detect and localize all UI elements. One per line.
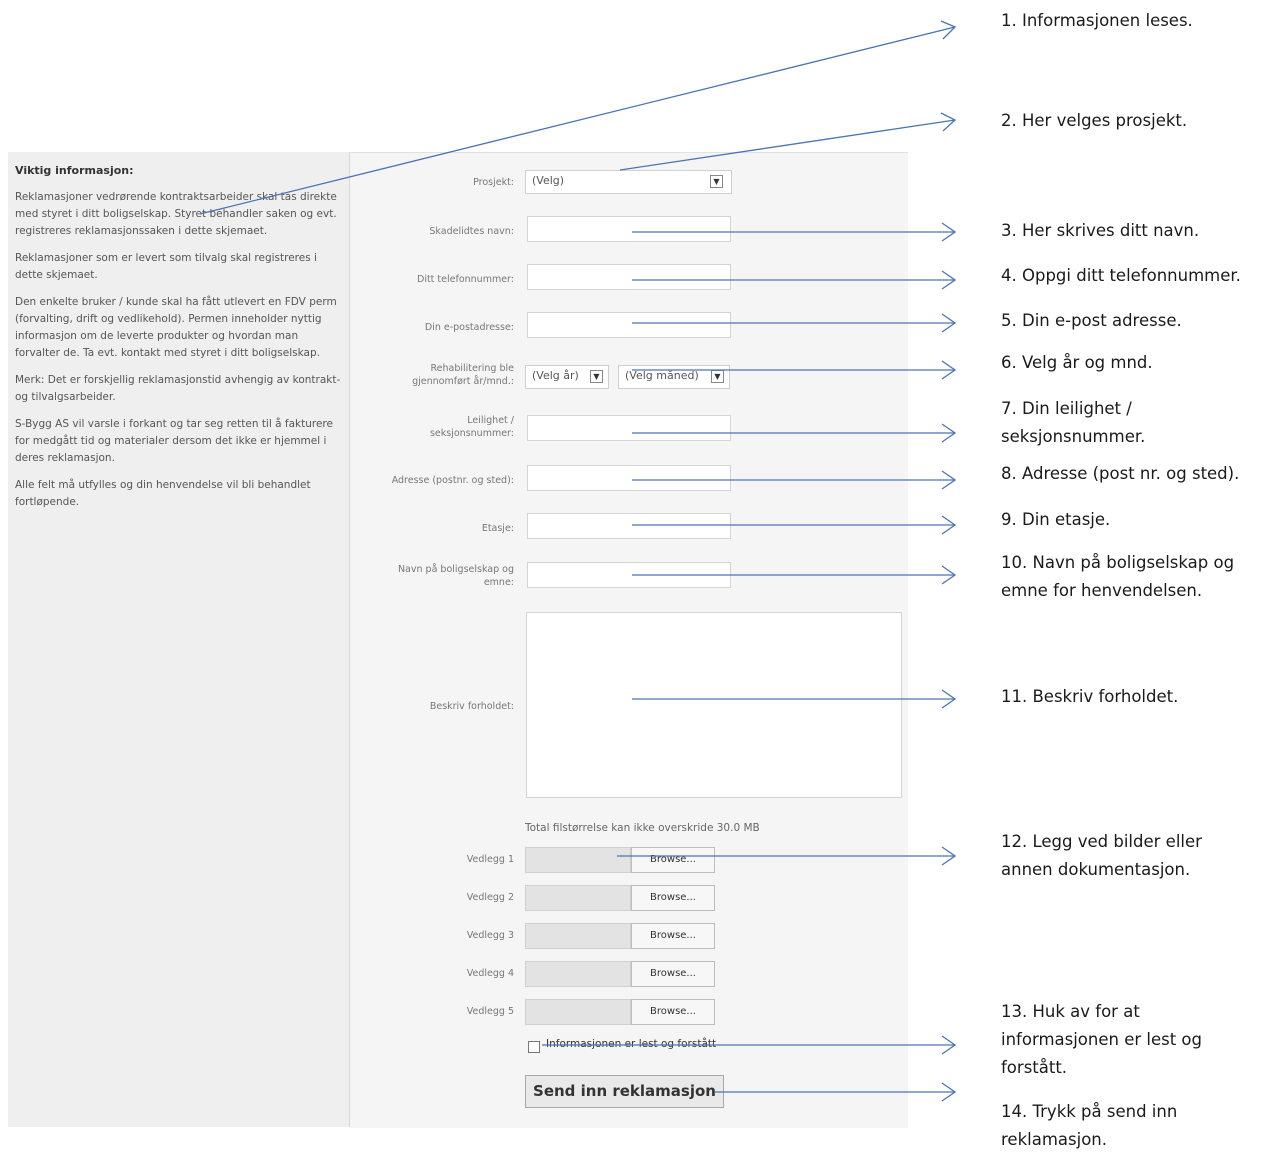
annotation-14-line: 14. Trykk på send inn [1001, 1102, 1178, 1121]
annotation-2: 2. Her velges prosjekt. [1001, 111, 1188, 130]
annotation-3: 3. Her skrives ditt navn. [1001, 221, 1200, 240]
annotation-5: 5. Din e-post adresse. [1001, 311, 1182, 330]
annotation-1: 1. Informasjonen leses. [1001, 11, 1193, 30]
annotation-13: 13. Huk av for at informasjonen er lest … [1001, 998, 1202, 1082]
annotation-7: 7. Din leilighet / seksjonsnummer. [1001, 395, 1145, 451]
annotation-13-line: 13. Huk av for at [1001, 1002, 1140, 1021]
annotation-10: 10. Navn på boligselskap og emne for hen… [1001, 549, 1234, 605]
annotation-9: 9. Din etasje. [1001, 510, 1111, 529]
annotation-11: 11. Beskriv forholdet. [1001, 687, 1179, 706]
annotation-12-line: 12. Legg ved bilder eller [1001, 832, 1202, 851]
annotation-7-line: 7. Din leilighet / [1001, 399, 1132, 418]
annotation-6: 6. Velg år og mnd. [1001, 353, 1153, 372]
annotation-10-line: 10. Navn på boligselskap og [1001, 553, 1235, 572]
annotation-4: 4. Oppgi ditt telefonnummer. [1001, 266, 1241, 285]
arrow-2 [619, 119, 956, 171]
annotation-13-line: forstått. [1001, 1058, 1068, 1077]
annotation-12-line: annen dokumentasjon. [1001, 860, 1191, 879]
annotation-13-line: informasjonen er lest og [1001, 1030, 1203, 1049]
annotation-10-line: emne for henvendelsen. [1001, 581, 1203, 600]
annotation-8: 8. Adresse (post nr. og sted). [1001, 464, 1240, 483]
annotation-14-line: reklamasjon. [1001, 1130, 1107, 1149]
annotation-12: 12. Legg ved bilder eller annen dokument… [1001, 828, 1202, 884]
arrow-1 [199, 26, 956, 215]
annotation-7-line: seksjonsnummer. [1001, 427, 1146, 446]
annotation-14: 14. Trykk på send inn reklamasjon. [1001, 1098, 1177, 1154]
